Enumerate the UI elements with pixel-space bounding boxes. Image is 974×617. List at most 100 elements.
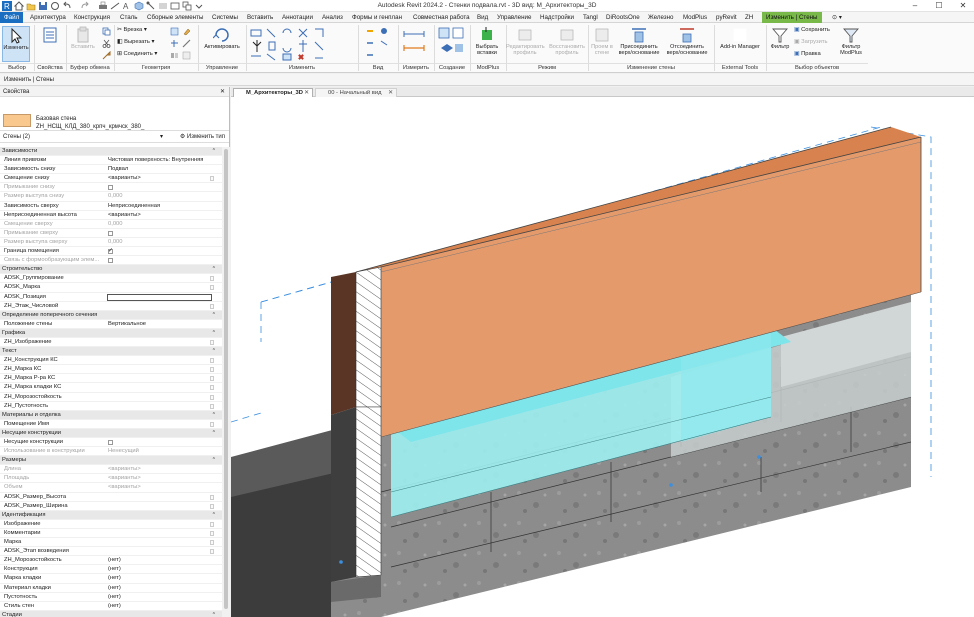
property-row[interactable]: ZH_Этаж_Числовой [0,302,222,311]
associate-parameter-icon[interactable] [210,385,214,391]
group-select[interactable]: Выбор [0,63,34,72]
property-row[interactable]: Примыкание снизу [0,183,222,193]
property-row[interactable]: Изображение [0,520,222,529]
grip-handle[interactable] [669,483,673,487]
edit-type-button[interactable]: ⚙ Изменить тип [180,131,225,143]
detach-top-base-button[interactable]: Отсоединить верх/основание [664,26,710,62]
minimize-button[interactable]: – [904,0,926,12]
property-row[interactable]: Размер выступа снизу 0,000 [0,192,222,202]
load-selection-button[interactable]: ▣ Загрузить [794,39,828,46]
property-group-header[interactable]: Идентификация ⌃ [0,510,222,520]
tab-massing[interactable]: Формы и генплан [350,12,404,23]
property-row[interactable]: Марка [0,538,222,548]
instance-filter[interactable]: Стены (2) ▾ ⚙ Изменить тип [0,131,229,143]
edit-selection-button[interactable]: ▣ Правка [794,51,821,58]
demolish-icon[interactable] [182,39,191,48]
view-tools-icons[interactable] [364,26,394,62]
group-clipboard[interactable]: Буфер обмена [66,63,114,72]
property-value[interactable]: (нет) [108,574,212,582]
property-checkbox[interactable] [108,440,113,445]
property-value[interactable]: <варианты> [108,211,212,219]
3d-viewport[interactable] [231,97,974,617]
property-row[interactable]: ADSK_Этап возведения [0,547,222,557]
property-row[interactable]: ZH_Морозостойкость (нет) [0,556,222,566]
property-row[interactable]: ZH_Марка Р-ра КС [0,374,222,384]
join-button[interactable]: ⊞ Соединить ▾ [117,51,157,58]
group-control[interactable]: Управление [198,63,246,72]
tab-annotate[interactable]: Аннотации [280,12,315,23]
property-group-header[interactable]: Строительство ⌃ [0,265,222,275]
property-row[interactable]: ADSK_Размер_Ширина [0,502,222,511]
property-row[interactable]: Площадь <варианты> [0,474,222,484]
property-value[interactable]: Подвал [108,165,212,173]
group-view[interactable]: Вид [358,63,398,72]
property-row[interactable]: Материал кладки (нет) [0,584,222,593]
property-row[interactable]: Смещение сверху 0,000 [0,220,222,229]
tab-file[interactable]: Файл [0,12,24,23]
view-tab-3d[interactable]: М_Архитекторы_3D ✕ [233,88,313,97]
collapse-icon[interactable]: ⌃ [212,147,216,155]
property-row[interactable]: ZH_Марка кладки КС [0,383,222,393]
property-value[interactable]: (нет) [108,602,212,610]
property-row[interactable]: ZH_Морозостойкость [0,393,222,402]
edit-profile-button[interactable]: Редактировать профиль [506,26,545,62]
property-row[interactable]: Объем <варианты> [0,483,222,493]
associate-parameter-icon[interactable] [210,494,214,500]
cut-icon[interactable] [102,39,111,48]
tab-structure[interactable]: Конструкция [72,12,112,23]
property-row[interactable]: Стиль стен (нет) [0,602,222,611]
property-value[interactable]: Вертикальное [108,320,212,328]
property-value[interactable]: Неприсоединенная [108,202,212,210]
property-row[interactable]: Примыкание сверху [0,229,222,238]
group-measure[interactable]: Измерить [398,63,434,72]
modify-button[interactable]: Изменить [2,26,30,62]
property-row[interactable]: ADSK_Позиция [0,293,222,302]
collapse-icon[interactable]: ⌃ [212,329,216,337]
wall-joins-icon[interactable] [170,39,179,48]
tab-addins[interactable]: Надстройки [538,12,576,23]
property-group-header[interactable]: Стадии ⌃ [0,610,222,617]
paint-icon[interactable] [182,27,191,36]
property-row[interactable]: Комментарии [0,529,222,539]
associate-parameter-icon[interactable] [210,376,214,382]
copy-icon[interactable] [102,27,111,36]
group-modplus[interactable]: ModPlus [470,63,506,72]
group-create[interactable]: Создание [434,63,470,72]
unjoin-icon[interactable] [170,51,179,60]
associate-parameter-icon[interactable] [210,530,214,536]
collapse-icon[interactable]: ⌃ [212,347,216,355]
view-tab-start[interactable]: 00 - Начальный вид ✕ [315,88,397,97]
property-group-header[interactable]: Текст ⌃ [0,347,222,357]
group-geometry[interactable]: Геометрия [114,63,198,72]
property-group-header[interactable]: Материалы и отделка ⌃ [0,410,222,420]
select-inserts-button[interactable]: Выбрать вставки [472,26,502,62]
tab-pyrevit[interactable]: pyRevit [714,12,739,23]
filter-button[interactable]: Фильтр [768,26,792,62]
close-icon[interactable]: ✕ [220,87,225,97]
group-properties[interactable]: Свойства [34,63,66,72]
property-value[interactable]: (нет) [108,584,212,592]
associate-parameter-icon[interactable] [210,276,214,282]
create-tools-icons[interactable] [437,26,467,62]
remove-paint-icon[interactable] [182,51,191,60]
property-row[interactable]: Размер выступа сверху 0,000 [0,238,222,248]
grip-handle[interactable] [339,560,343,564]
property-row[interactable]: ZH_Изображение [0,338,222,348]
associate-parameter-icon[interactable] [210,339,214,345]
group-modify-wall[interactable]: Изменение стены [588,63,714,72]
paste-button[interactable]: Вставить [68,26,98,62]
property-value[interactable]: <варианты> [108,174,212,182]
property-row[interactable]: Неприсоединенная высота <варианты> [0,211,222,220]
associate-parameter-icon[interactable] [210,358,214,364]
property-row[interactable]: Положение стены Вертикальное [0,320,222,329]
collapse-icon[interactable]: ⌃ [212,456,216,464]
property-row[interactable]: ADSK_Группирование [0,274,222,284]
collapse-icon[interactable]: ⌃ [212,265,216,273]
group-modify[interactable]: Изменить [246,63,358,72]
scrollbar-thumb[interactable] [224,149,228,609]
collapse-icon[interactable]: ⌃ [212,429,216,437]
property-row[interactable]: Связь с формообразующим элем... [0,256,222,266]
collapse-icon[interactable]: ⌃ [212,511,216,519]
tab-modify-walls[interactable]: Изменить | Стены [762,12,822,23]
property-group-header[interactable]: Размеры ⌃ [0,456,222,466]
